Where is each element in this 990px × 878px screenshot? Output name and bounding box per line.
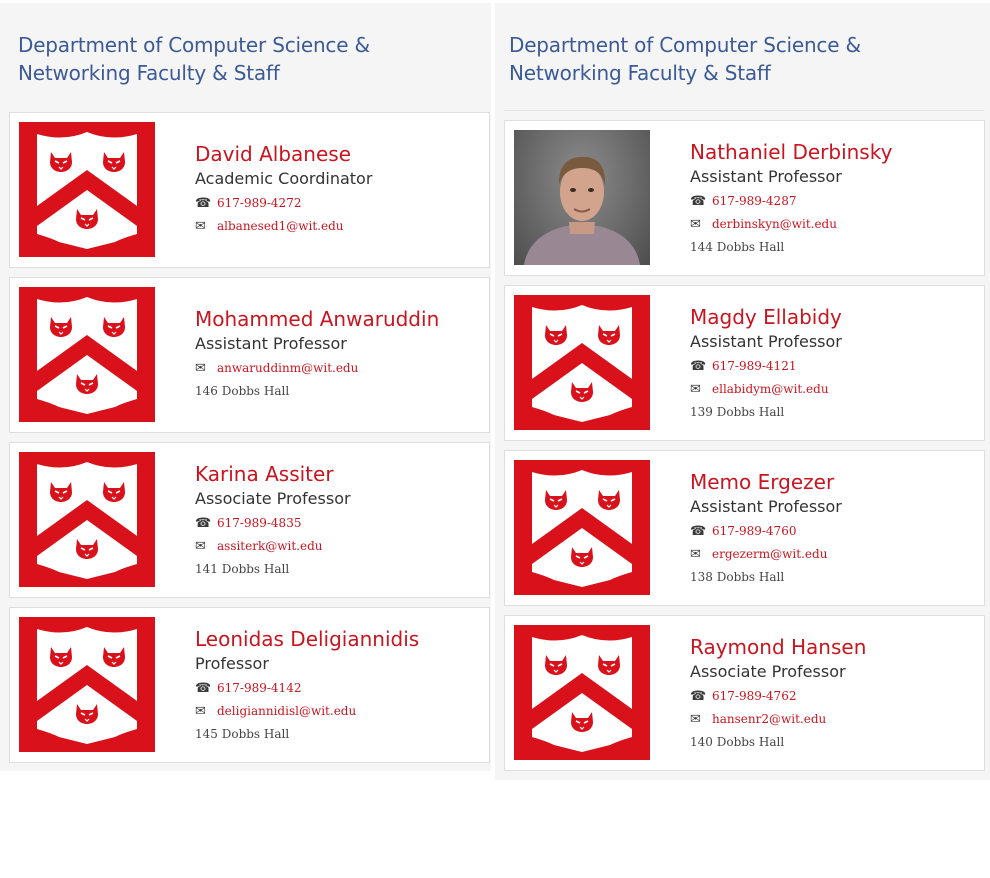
panel-heading: Department of Computer Science & Network… xyxy=(18,33,370,85)
email-link[interactable]: ellabidym@wit.edu xyxy=(712,382,829,396)
faculty-title: Associate Professor xyxy=(690,662,846,681)
envelope-icon: ✉ xyxy=(195,361,206,376)
email-link[interactable]: anwaruddinm@wit.edu xyxy=(217,361,358,375)
faculty-title: Academic Coordinator xyxy=(195,169,373,188)
email-row: ✉ derbinskyn@wit.edu xyxy=(690,213,976,236)
email-row: ✉ ellabidym@wit.edu xyxy=(690,378,976,401)
faculty-card: Karina Assiter Associate Professor ☎ 617-… xyxy=(9,442,490,598)
email-link[interactable]: albanesed1@wit.edu xyxy=(217,219,344,233)
faculty-panel-left: Department of Computer Science & Network… xyxy=(0,3,491,771)
faculty-name[interactable]: Leonidas Deligiannidis xyxy=(195,626,481,652)
faculty-card: Memo Ergezer Assistant Professor ☎ 617-98… xyxy=(504,450,985,606)
faculty-title: Associate Professor xyxy=(195,489,351,508)
phone-icon: ☎ xyxy=(690,524,707,539)
faculty-name[interactable]: Memo Ergezer xyxy=(690,469,976,495)
phone-row: ☎ 617-989-4272 xyxy=(195,192,481,215)
email-link[interactable]: ergezerm@wit.edu xyxy=(712,547,827,561)
phone-link[interactable]: 617-989-4142 xyxy=(217,681,301,695)
phone-icon: ☎ xyxy=(690,359,707,374)
email-link[interactable]: assiterk@wit.edu xyxy=(217,539,323,553)
faculty-name[interactable]: David Albanese xyxy=(195,141,481,167)
email-link[interactable]: hansenr2@wit.edu xyxy=(712,712,826,726)
office-location: 145 Dobbs Hall xyxy=(195,727,290,741)
phone-link[interactable]: 617-989-4121 xyxy=(712,359,796,373)
wit-crest-logo xyxy=(514,295,650,430)
faculty-name[interactable]: Raymond Hansen xyxy=(690,634,976,660)
email-row: ✉ deligiannidisl@wit.edu xyxy=(195,700,481,723)
phone-link[interactable]: 617-989-4760 xyxy=(712,524,796,538)
faculty-title: Professor xyxy=(195,654,269,673)
phone-link[interactable]: 617-989-4835 xyxy=(217,516,301,530)
phone-row: ☎ 617-989-4760 xyxy=(690,520,976,543)
faculty-card: Mohammed Anwaruddin Assistant Professor … xyxy=(9,277,490,433)
email-row: ✉ albanesed1@wit.edu xyxy=(195,215,481,238)
phone-row: ☎ 617-989-4835 xyxy=(195,512,481,535)
faculty-title: Assistant Professor xyxy=(195,334,347,353)
phone-row: ☎ 617-989-4121 xyxy=(690,355,976,378)
email-link[interactable]: deligiannidisl@wit.edu xyxy=(217,704,356,718)
faculty-card: David Albanese Academic Coordinator ☎ 617… xyxy=(9,112,490,268)
email-row: ✉ ergezerm@wit.edu xyxy=(690,543,976,566)
phone-link[interactable]: 617-989-4762 xyxy=(712,689,796,703)
office-location: 140 Dobbs Hall xyxy=(690,735,785,749)
wit-crest-logo xyxy=(514,460,650,595)
wit-crest-logo xyxy=(19,122,155,257)
wit-crest-logo xyxy=(19,287,155,422)
envelope-icon: ✉ xyxy=(195,704,206,719)
phone-row: ☎ 617-989-4142 xyxy=(195,677,481,700)
faculty-name[interactable]: Nathaniel Derbinsky xyxy=(690,139,976,165)
phone-link[interactable]: 617-989-4287 xyxy=(712,194,796,208)
phone-icon: ☎ xyxy=(690,194,707,209)
phone-row: ☎ 617-989-4287 xyxy=(690,190,976,213)
envelope-icon: ✉ xyxy=(195,539,206,554)
email-row: ✉ hansenr2@wit.edu xyxy=(690,708,976,731)
phone-icon: ☎ xyxy=(195,681,212,696)
office-location: 141 Dobbs Hall xyxy=(195,562,290,576)
office-location: 144 Dobbs Hall xyxy=(690,240,785,254)
wit-crest-logo xyxy=(19,617,155,752)
envelope-icon: ✉ xyxy=(690,547,701,562)
office-location: 146 Dobbs Hall xyxy=(195,384,290,398)
email-row: ✉ anwaruddinm@wit.edu xyxy=(195,357,481,380)
wit-crest-logo xyxy=(19,452,155,587)
faculty-panel-right: Department of Computer Science & Network… xyxy=(495,3,990,780)
phone-row: ☎ 617-989-4762 xyxy=(690,685,976,708)
envelope-icon: ✉ xyxy=(690,217,701,232)
faculty-card: Nathaniel Derbinsky Assistant Professor … xyxy=(504,120,985,276)
faculty-title: Assistant Professor xyxy=(690,332,842,351)
envelope-icon: ✉ xyxy=(690,382,701,397)
envelope-icon: ✉ xyxy=(195,219,206,234)
divider xyxy=(504,110,984,111)
email-link[interactable]: derbinskyn@wit.edu xyxy=(712,217,837,231)
envelope-icon: ✉ xyxy=(690,712,701,727)
faculty-name[interactable]: Magdy Ellabidy xyxy=(690,304,976,330)
email-row: ✉ assiterk@wit.edu xyxy=(195,535,481,558)
faculty-name[interactable]: Karina Assiter xyxy=(195,461,481,487)
faculty-title: Assistant Professor xyxy=(690,497,842,516)
phone-icon: ☎ xyxy=(195,196,212,211)
phone-icon: ☎ xyxy=(195,516,212,531)
faculty-title: Assistant Professor xyxy=(690,167,842,186)
phone-link[interactable]: 617-989-4272 xyxy=(217,196,301,210)
faculty-card: Magdy Ellabidy Assistant Professor ☎ 617-… xyxy=(504,285,985,441)
phone-icon: ☎ xyxy=(690,689,707,704)
wit-crest-logo xyxy=(514,625,650,760)
faculty-photo xyxy=(514,130,650,265)
panel-heading: Department of Computer Science & Network… xyxy=(509,33,861,85)
office-location: 138 Dobbs Hall xyxy=(690,570,785,584)
faculty-name[interactable]: Mohammed Anwaruddin xyxy=(195,306,481,332)
faculty-card: Raymond Hansen Associate Professor ☎ 617-… xyxy=(504,615,985,771)
office-location: 139 Dobbs Hall xyxy=(690,405,785,419)
faculty-card: Leonidas Deligiannidis Professor ☎ 617-98… xyxy=(9,607,490,763)
